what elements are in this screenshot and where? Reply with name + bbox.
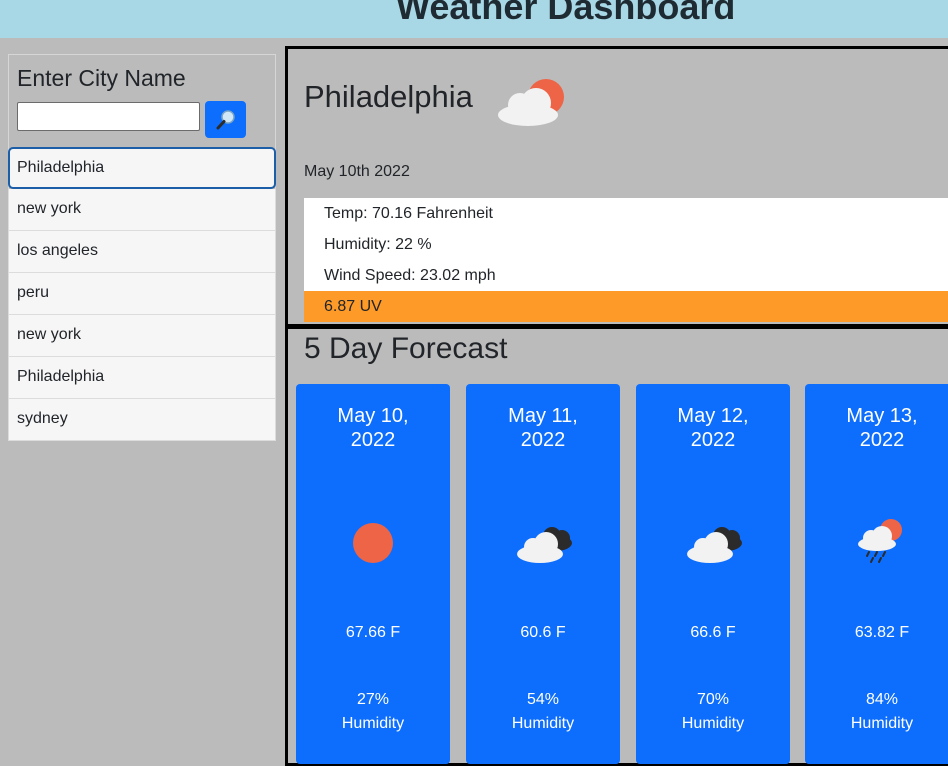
forecast-card: May 10, 2022 67.66 F 27% Humidity (296, 384, 450, 764)
uv-index-stat: 6.87 UV (304, 291, 948, 322)
forecast-card: May 12, 2022 66.6 F 70% Humidity (636, 384, 790, 764)
rain-sun-cloud-icon (858, 519, 902, 563)
search-history-list: Philadelphia new york los angeles peru n… (8, 147, 276, 441)
sun-icon (353, 523, 393, 563)
forecast-title: 5 Day Forecast (304, 332, 508, 365)
current-date: May 10th 2022 (304, 163, 410, 180)
forecast-humidity: 27% Humidity (341, 691, 405, 732)
forecast-humidity: 70% Humidity (681, 691, 745, 732)
page-title: Weather Dashboard (396, 0, 736, 27)
forecast-temp: 60.6 F (520, 624, 566, 641)
history-item[interactable]: new york (8, 315, 276, 357)
city-search-input[interactable] (17, 102, 200, 131)
forecast-humidity: 84% Humidity (850, 691, 914, 732)
humidity-stat: Humidity: 22 % (304, 229, 948, 260)
forecast-humidity: 54% Humidity (511, 691, 575, 732)
current-weather-panel: Philadelphia May 10th 2022 Temp: 70.16 F… (285, 46, 948, 327)
forecast-temp: 67.66 F (345, 624, 401, 641)
forecast-temp: 63.82 F (854, 624, 910, 641)
search-button[interactable] (205, 101, 246, 138)
history-item[interactable]: new york (8, 189, 276, 231)
forecast-date: May 11, 2022 (508, 405, 578, 451)
history-item[interactable]: Philadelphia (8, 357, 276, 399)
forecast-panel: 5 Day Forecast May 10, 2022 67.66 F 27% … (285, 326, 948, 766)
forecast-date: May 13, 2022 (846, 405, 918, 451)
history-item[interactable]: peru (8, 273, 276, 315)
temperature-stat: Temp: 70.16 Fahrenheit (304, 198, 948, 229)
current-city-name: Philadelphia (304, 79, 473, 114)
dark-clouds-icon (517, 527, 572, 563)
forecast-temp: 66.6 F (690, 624, 736, 641)
history-item[interactable]: Philadelphia (8, 147, 276, 189)
search-panel: Enter City Name Philadelphia new york lo… (8, 54, 276, 441)
dark-clouds-icon (687, 527, 742, 563)
history-item[interactable]: sydney (8, 399, 276, 441)
forecast-card: May 11, 2022 60.6 F 54% Humidity (466, 384, 620, 764)
history-item[interactable]: los angeles (8, 231, 276, 273)
forecast-card: May 13, 2022 63.82 F 84% Humidity (805, 384, 948, 764)
forecast-date: May 10, 2022 (337, 405, 409, 451)
search-label: Enter City Name (17, 65, 186, 91)
current-stats-list: Temp: 70.16 Fahrenheit Humidity: 22 % Wi… (304, 198, 948, 322)
sun-behind-cloud-icon (498, 79, 564, 126)
wind-speed-stat: Wind Speed: 23.02 mph (304, 260, 948, 291)
page-header: Weather Dashboard (0, 0, 948, 38)
forecast-date: May 12, 2022 (677, 405, 749, 451)
magnifier-icon (216, 110, 235, 130)
